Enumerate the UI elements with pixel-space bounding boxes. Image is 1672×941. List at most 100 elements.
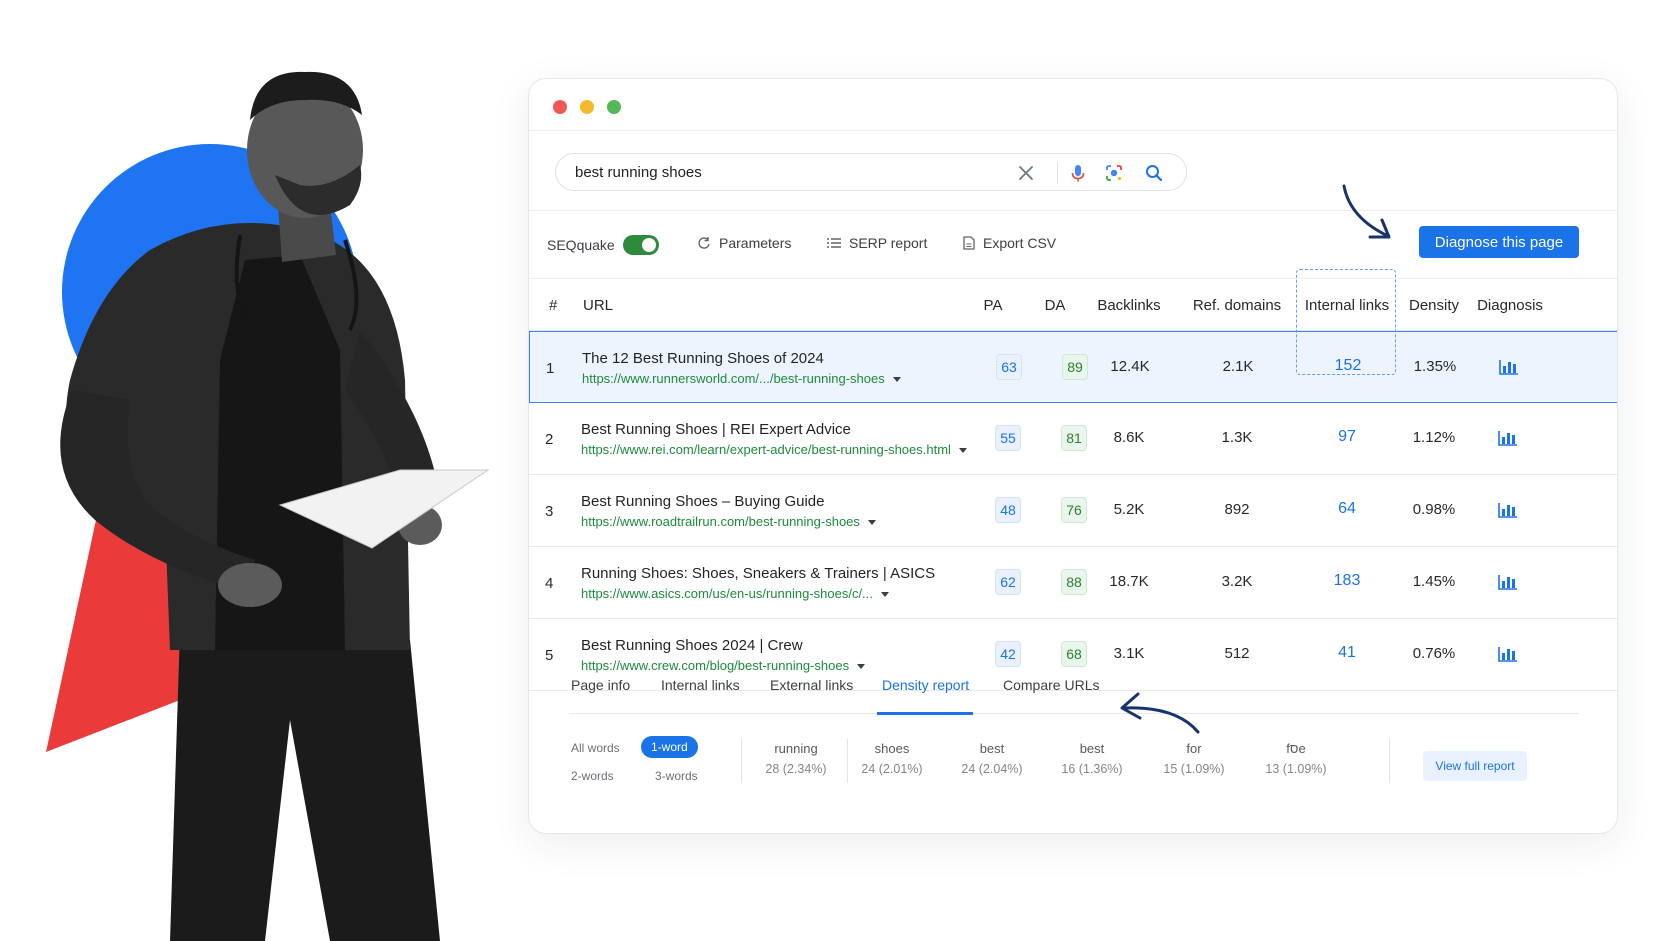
result-url-link[interactable]: https://www.runnersworld.com/.../best-ru… bbox=[582, 371, 901, 386]
arrow-to-diagnose-icon bbox=[1342, 184, 1391, 239]
internal-links-value[interactable]: 64 bbox=[1317, 500, 1377, 518]
col-header-da[interactable]: DA bbox=[1037, 297, 1073, 314]
refresh-icon bbox=[698, 237, 710, 249]
internal-links-value[interactable]: 183 bbox=[1317, 572, 1377, 590]
diagnose-page-button[interactable]: Diagnose this page bbox=[1419, 226, 1579, 258]
density-count: 24 (2.01%) bbox=[861, 762, 923, 776]
result-url-link[interactable]: https://www.asics.com/us/en-us/running-s… bbox=[581, 586, 889, 601]
density-word-item: shoes 24 (2.01%) bbox=[847, 741, 937, 776]
results-table-header: # URL PA DA Backlinks Ref. domains Inter… bbox=[529, 279, 1617, 331]
window-maximize-dot[interactable] bbox=[607, 100, 621, 114]
window-minimize-dot[interactable] bbox=[580, 100, 594, 114]
tab-internal-links[interactable]: Internal links bbox=[661, 677, 740, 693]
url-dropdown-caret-icon[interactable] bbox=[880, 592, 889, 598]
col-header-internal-links[interactable]: Internal links bbox=[1297, 297, 1397, 314]
col-header-url[interactable]: URL bbox=[583, 297, 613, 314]
ref-domains-value: 892 bbox=[1224, 501, 1250, 518]
search-icon[interactable] bbox=[1144, 163, 1164, 183]
row-number: 3 bbox=[545, 503, 554, 520]
seoquake-toggle-group[interactable]: SEQquake bbox=[547, 235, 659, 255]
view-full-report-button[interactable]: View full report bbox=[1423, 751, 1527, 781]
microphone-icon[interactable] bbox=[1068, 163, 1088, 183]
window-close-dot[interactable] bbox=[553, 100, 567, 114]
density-word: running bbox=[774, 741, 818, 756]
tab-page-info[interactable]: Page info bbox=[571, 677, 630, 693]
result-title-link[interactable]: Best Running Shoes | REI Expert Advice bbox=[581, 421, 851, 438]
table-row[interactable]: 1 The 12 Best Running Shoes of 2024 http… bbox=[529, 331, 1617, 403]
filter-1-word[interactable]: 1-word bbox=[641, 736, 698, 758]
density-count: 15 (1.09%) bbox=[1163, 762, 1225, 776]
result-url-text: https://www.runnersworld.com/.../best-ru… bbox=[582, 371, 885, 386]
bar-chart-icon[interactable] bbox=[1497, 571, 1519, 591]
report-tabs: Page info Internal links External links … bbox=[529, 657, 1617, 715]
tab-compare-urls[interactable]: Compare URLs bbox=[1003, 677, 1099, 693]
search-query-text[interactable]: best running shoes bbox=[575, 164, 702, 181]
tab-density-report[interactable]: Density report bbox=[882, 677, 969, 693]
search-input[interactable]: best running shoes bbox=[555, 153, 1187, 191]
internal-links-value[interactable]: 97 bbox=[1317, 428, 1377, 446]
table-row[interactable]: 4 Running Shoes: Shoes, Sneakers & Train… bbox=[529, 547, 1617, 619]
result-title-link[interactable]: The 12 Best Running Shoes of 2024 bbox=[582, 350, 824, 367]
filter-all-words[interactable]: All words bbox=[571, 741, 620, 755]
seoquake-toggle[interactable] bbox=[622, 235, 659, 255]
url-dropdown-caret-icon[interactable] bbox=[958, 448, 967, 454]
col-header-density[interactable]: Density bbox=[1399, 297, 1469, 314]
result-title-link[interactable]: Running Shoes: Shoes, Sneakers & Trainer… bbox=[581, 565, 935, 582]
density-count: 24 (2.04%) bbox=[961, 762, 1023, 776]
density-word: best bbox=[1079, 741, 1105, 756]
parameters-button[interactable]: Parameters bbox=[697, 235, 791, 251]
bar-chart-icon[interactable] bbox=[1498, 356, 1520, 376]
export-csv-button[interactable]: Export CSV bbox=[963, 235, 1056, 251]
stage: best running shoes SEQquake Parameters S… bbox=[0, 0, 1672, 941]
seoquake-label: SEQquake bbox=[547, 237, 615, 253]
filter-2-words[interactable]: 2-words bbox=[571, 769, 614, 783]
density-value: 1.12% bbox=[1412, 429, 1456, 446]
density-word: best bbox=[979, 741, 1005, 756]
density-word-item: for 15 (1.09%) bbox=[1149, 741, 1239, 776]
col-header-backlinks[interactable]: Backlinks bbox=[1087, 297, 1171, 314]
backlinks-value: 12.4K bbox=[1110, 358, 1150, 375]
row-number: 1 bbox=[546, 360, 555, 377]
result-title-link[interactable]: Best Running Shoes 2024 | Crew bbox=[581, 637, 803, 654]
filter-3-words[interactable]: 3-words bbox=[655, 769, 698, 783]
result-url-link[interactable]: https://www.rei.com/learn/expert-advice/… bbox=[581, 442, 967, 457]
clear-search-icon[interactable] bbox=[1016, 163, 1036, 183]
da-badge: 89 bbox=[1062, 354, 1088, 380]
density-divider bbox=[741, 739, 742, 783]
serp-report-button[interactable]: SERP report bbox=[827, 235, 927, 251]
tab-external-links[interactable]: External links bbox=[770, 677, 853, 693]
row-number: 2 bbox=[545, 431, 554, 448]
result-url-link[interactable]: https://www.roadtrailrun.com/best-runnin… bbox=[581, 514, 876, 529]
bar-chart-icon[interactable] bbox=[1497, 499, 1519, 519]
density-word: fסe bbox=[1286, 741, 1306, 756]
search-row: best running shoes bbox=[529, 131, 1617, 211]
result-title-link[interactable]: Best Running Shoes – Buying Guide bbox=[581, 493, 825, 510]
row-number: 4 bbox=[545, 575, 554, 592]
ref-domains-value: 3.2K bbox=[1221, 573, 1253, 590]
list-icon bbox=[827, 238, 841, 248]
backlinks-value: 8.6K bbox=[1113, 429, 1145, 446]
bar-chart-icon[interactable] bbox=[1497, 427, 1519, 447]
backlinks-value: 18.7K bbox=[1109, 573, 1149, 590]
col-header-ref-domains[interactable]: Ref. domains bbox=[1187, 297, 1287, 314]
col-header-num: # bbox=[549, 297, 558, 314]
col-header-pa[interactable]: PA bbox=[975, 297, 1011, 314]
internal-links-value[interactable]: 152 bbox=[1318, 357, 1378, 375]
ref-domains-value: 1.3K bbox=[1221, 429, 1253, 446]
density-value: 1.45% bbox=[1412, 573, 1456, 590]
da-badge: 76 bbox=[1061, 497, 1087, 523]
density-word-item: best 16 (1.36%) bbox=[1047, 741, 1137, 776]
ref-domains-value: 2.1K bbox=[1222, 358, 1254, 375]
density-count: 16 (1.36%) bbox=[1061, 762, 1123, 776]
url-dropdown-caret-icon[interactable] bbox=[892, 377, 901, 383]
backlinks-value: 5.2K bbox=[1113, 501, 1145, 518]
export-csv-label: Export CSV bbox=[983, 235, 1057, 251]
url-dropdown-caret-icon[interactable] bbox=[867, 520, 876, 526]
table-row[interactable]: 3 Best Running Shoes – Buying Guide http… bbox=[529, 475, 1617, 547]
table-row[interactable]: 2 Best Running Shoes | REI Expert Advice… bbox=[529, 403, 1617, 475]
seoquake-toolbar: SEQquake Parameters SERP report Export C… bbox=[529, 211, 1617, 279]
result-url-text: https://www.asics.com/us/en-us/running-s… bbox=[581, 586, 873, 601]
pa-badge: 55 bbox=[995, 425, 1021, 451]
density-value: 0.98% bbox=[1412, 501, 1456, 518]
lens-camera-icon[interactable] bbox=[1104, 163, 1124, 183]
